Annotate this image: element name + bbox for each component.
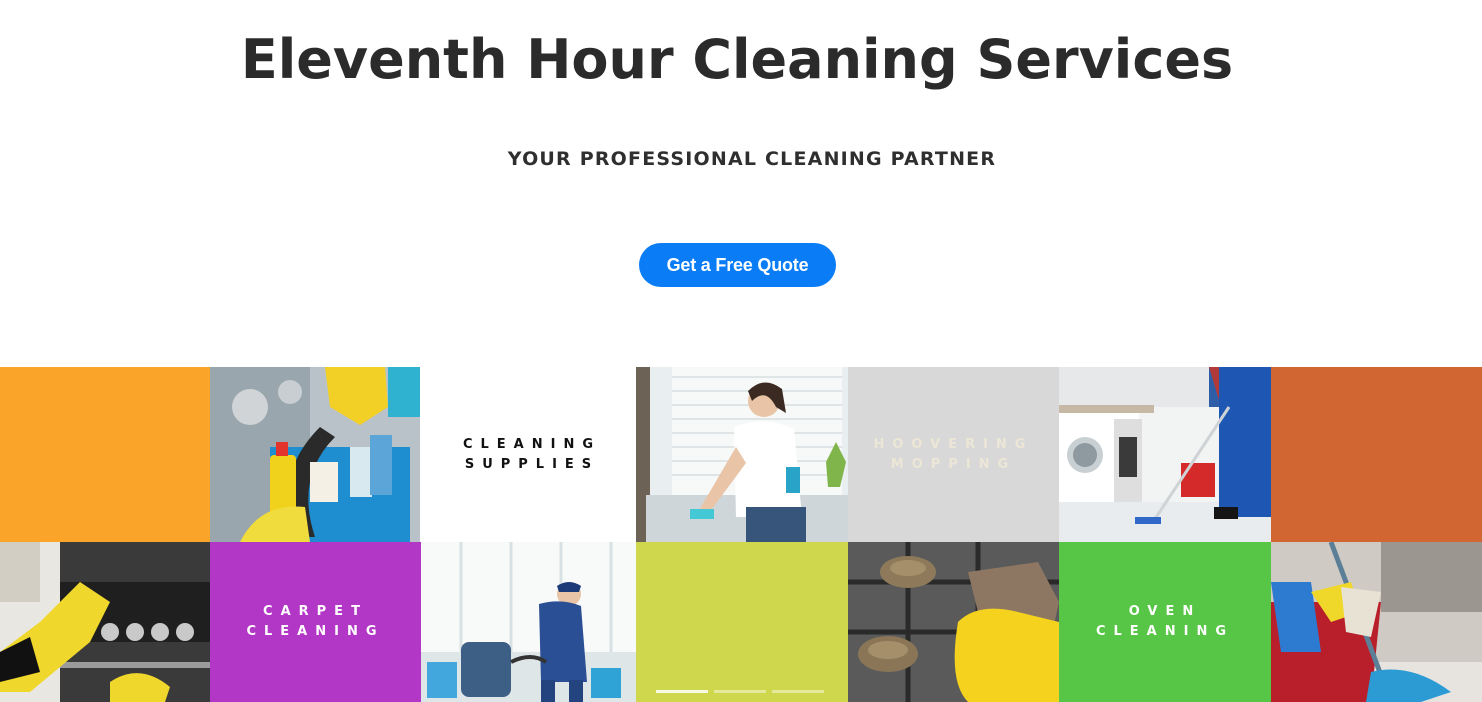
slide-indicator-3[interactable] — [772, 690, 824, 693]
carpet-cleaning-label: CARPET CLEANING — [246, 604, 385, 639]
cleaning-supplies-tile[interactable]: CLEANING SUPPLIES — [420, 367, 636, 542]
orange-color-tile[interactable] — [0, 367, 210, 542]
window-cleaning-photo[interactable] — [636, 367, 848, 542]
carpet-cleaning-tile[interactable]: CARPET CLEANING — [210, 542, 421, 702]
mop-bucket-photo[interactable] — [1271, 542, 1482, 702]
slide-indicator-2[interactable] — [714, 690, 766, 693]
slide-indicator-1[interactable] — [656, 690, 708, 693]
stovetop-cleaning-photo[interactable] — [848, 542, 1059, 702]
oven-door-photo[interactable] — [0, 542, 210, 702]
cleaning-basket-photo[interactable] — [210, 367, 420, 542]
free-quote-button[interactable]: Get a Free Quote — [639, 243, 836, 287]
page-title: Eleventh Hour Cleaning Services — [240, 28, 1234, 91]
rust-color-tile[interactable] — [1271, 367, 1482, 542]
slider-tile[interactable] — [636, 542, 848, 702]
oven-cleaning-tile[interactable]: OVEN CLEANING — [1059, 542, 1271, 702]
carpet-vacuum-photo[interactable] — [421, 542, 636, 702]
kitchen-mopping-photo[interactable] — [1059, 367, 1271, 542]
slider-indicators — [656, 690, 824, 693]
hoovering-mopping-label: HOOVERING MOPPING — [873, 436, 1034, 472]
page-subtitle: YOUR PROFESSIONAL CLEANING PARTNER — [507, 148, 997, 170]
hoovering-mopping-tile[interactable]: HOOVERING MOPPING — [848, 367, 1059, 542]
cleaning-supplies-label: CLEANING SUPPLIES — [462, 436, 602, 472]
oven-cleaning-label: OVEN CLEANING — [1095, 604, 1235, 639]
